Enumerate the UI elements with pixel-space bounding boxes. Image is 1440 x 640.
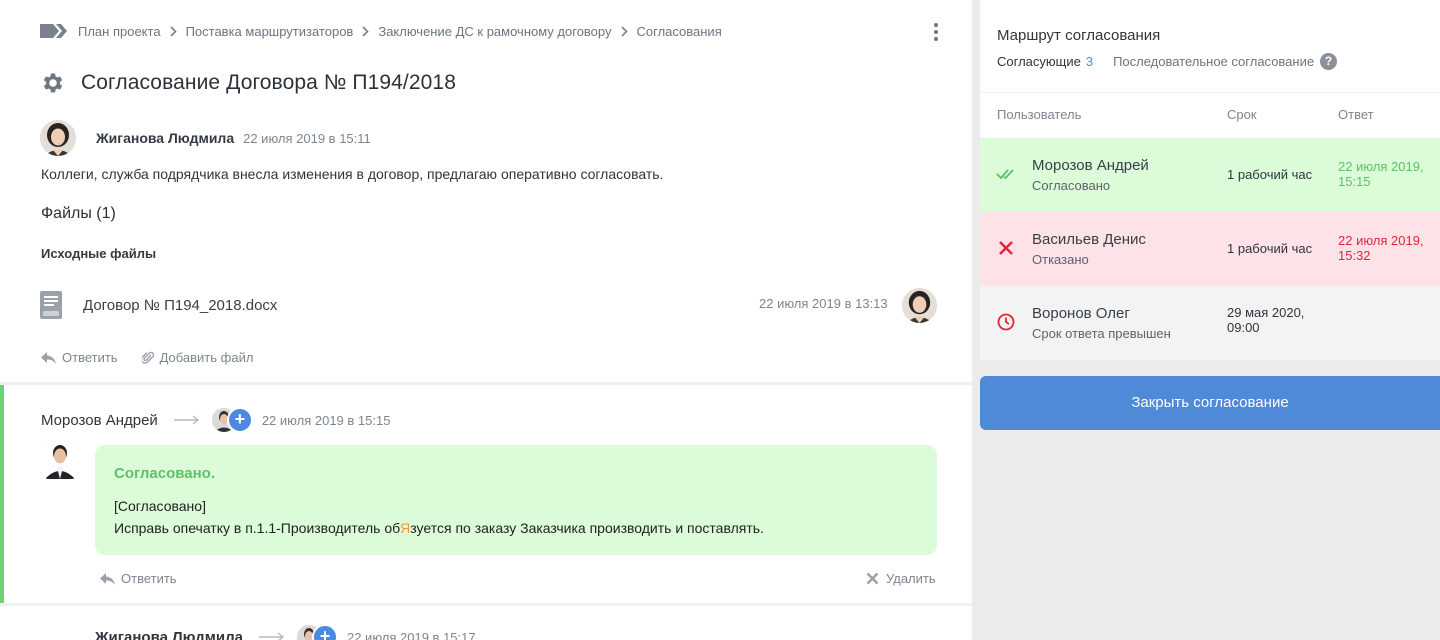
next-comment-header: Жиганова Людмила + 22 июля 2019 в 15:17 xyxy=(95,624,476,640)
close-icon xyxy=(866,572,879,585)
column-header-answer: Ответ xyxy=(1338,107,1374,122)
route-card: Маршрут согласования Согласующие 3 После… xyxy=(980,0,1440,360)
breadcrumb-item-approvals[interactable]: Согласования xyxy=(637,24,722,39)
files-title: Файлы (1) xyxy=(41,205,116,222)
chevron-right-icon xyxy=(362,25,369,37)
delete-button[interactable]: Удалить xyxy=(866,571,936,586)
more-options-button[interactable] xyxy=(928,22,944,42)
approvers-label: Согласующие xyxy=(997,54,1081,69)
comment-date: 22 июля 2019 в 15:15 xyxy=(261,412,391,428)
approver-state: Согласовано xyxy=(1032,178,1111,193)
approval-route-sidebar: Маршрут согласования Согласующие 3 После… xyxy=(972,0,1440,640)
route-title: Маршрут согласования xyxy=(997,27,1161,44)
files-subtitle: Исходные файлы xyxy=(41,246,157,261)
breadcrumb-logo-icon[interactable] xyxy=(40,24,70,38)
comment-text: Исправь опечатку в п.1.1-Производитель о… xyxy=(114,520,764,536)
add-file-button[interactable]: Добавить файл xyxy=(141,350,253,365)
breadcrumb-item-project-plan[interactable]: План проекта xyxy=(78,24,161,39)
approvers-count[interactable]: 3 xyxy=(1086,54,1093,69)
typo-highlight: Я xyxy=(400,520,411,536)
reply-icon xyxy=(100,572,115,585)
post-actions: Ответить Добавить файл xyxy=(41,350,277,365)
approver-answer: 22 июля 2019, 15:15 xyxy=(1338,159,1424,189)
reply-button[interactable]: Ответить xyxy=(41,350,118,365)
chevron-right-icon xyxy=(169,25,177,37)
comment-bubble: Согласовано. [Согласовано] Исправь опеча… xyxy=(95,445,937,555)
comment-date: 22 июля 2019 в 15:17 xyxy=(346,629,476,640)
discussion-panel: План проекта Поставка маршрутизаторов За… xyxy=(0,0,972,640)
approval-comment: Морозов Андрей + 22 июля 2019 в 15:15 Со xyxy=(0,385,972,603)
reply-icon xyxy=(41,351,56,364)
approver-state: Отказано xyxy=(1032,252,1089,267)
double-check-icon xyxy=(996,169,1014,180)
post-header: Жиганова Людмила 22 июля 2019 в 15:11 xyxy=(40,120,371,156)
comment-actions: Ответить xyxy=(100,571,201,586)
reply-button[interactable]: Ответить xyxy=(100,571,177,586)
approver-name: Морозов Андрей xyxy=(1032,157,1149,174)
approver-deadline: 1 рабочий час xyxy=(1227,167,1313,182)
approver-state: Срок ответа превышен xyxy=(1032,326,1171,341)
route-row[interactable]: Воронов Олег Срок ответа превышен 29 мая… xyxy=(980,286,1440,360)
approval-mode: Последовательное согласование xyxy=(1113,54,1315,69)
breadcrumb-item-agreement[interactable]: Заключение ДС к рамочному договору xyxy=(378,24,611,39)
page-header: Согласование Договора № П194/2018 xyxy=(40,70,456,96)
recipients-group[interactable]: + xyxy=(211,407,254,433)
add-recipient-icon[interactable]: + xyxy=(311,624,338,640)
divider xyxy=(0,603,972,606)
file-date: 22 июля 2019 в 13:13 xyxy=(759,296,888,311)
comment-author[interactable]: Жиганова Людмила xyxy=(95,629,243,640)
approver-answer: 22 июля 2019, 15:32 xyxy=(1338,233,1424,263)
column-header-user: Пользователь xyxy=(997,107,1082,122)
more-dots-icon xyxy=(934,23,938,27)
docx-file-icon xyxy=(40,291,62,319)
post-date: 22 июля 2019 в 15:11 xyxy=(243,130,371,146)
gear-icon xyxy=(43,73,63,93)
comment-tag: [Согласовано] xyxy=(114,498,206,514)
post-message: Коллеги, служба подрядчика внесла измене… xyxy=(41,166,664,182)
paperclip-icon xyxy=(141,351,154,364)
breadcrumb: План проекта Поставка маршрутизаторов За… xyxy=(40,22,722,40)
column-header-deadline: Срок xyxy=(1227,107,1257,122)
route-row[interactable]: Морозов Андрей Согласовано 1 рабочий час… xyxy=(980,138,1440,212)
comment-status: Согласовано. xyxy=(114,465,216,482)
avatar[interactable] xyxy=(44,443,76,479)
route-row[interactable]: Васильев Денис Отказано 1 рабочий час 22… xyxy=(980,212,1440,286)
add-recipient-icon[interactable]: + xyxy=(226,407,253,433)
divider xyxy=(980,92,1440,93)
chevron-right-icon xyxy=(620,25,628,37)
approver-name: Воронов Олег xyxy=(1032,305,1130,322)
page-title: Согласование Договора № П194/2018 xyxy=(81,71,456,94)
avatar[interactable] xyxy=(40,120,76,156)
approver-deadline: 29 мая 2020, 09:00 xyxy=(1227,305,1305,335)
comment-author[interactable]: Морозов Андрей xyxy=(41,412,158,429)
help-icon[interactable]: ? xyxy=(1320,53,1338,70)
route-meta: Согласующие 3 Последовательное согласова… xyxy=(997,53,1338,70)
file-item[interactable]: Договор № П194_2018.docx 22 июля 2019 в … xyxy=(40,288,938,324)
file-name[interactable]: Договор № П194_2018.docx xyxy=(83,297,277,314)
breadcrumb-item-router-supply[interactable]: Поставка маршрутизаторов xyxy=(186,24,354,39)
recipients-group[interactable]: + xyxy=(296,624,339,640)
close-approval-button[interactable]: Закрыть согласование xyxy=(980,376,1440,430)
comment-header: Морозов Андрей + 22 июля 2019 в 15:15 xyxy=(41,407,390,433)
file-uploader-avatar[interactable] xyxy=(902,288,937,323)
clock-icon xyxy=(997,313,1015,331)
cross-icon xyxy=(999,241,1013,255)
approver-deadline: 1 рабочий час xyxy=(1227,241,1313,256)
arrow-right-icon xyxy=(258,632,285,640)
post-author[interactable]: Жиганова Людмила xyxy=(96,130,234,146)
arrow-right-icon xyxy=(173,415,199,425)
approver-name: Васильев Денис xyxy=(1032,231,1146,248)
comment-status-accent xyxy=(0,385,4,603)
